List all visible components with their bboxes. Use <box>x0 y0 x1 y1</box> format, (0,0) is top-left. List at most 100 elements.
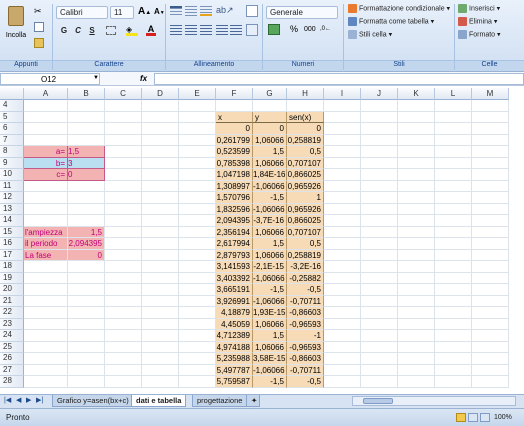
row-header[interactable]: 23 <box>0 318 24 330</box>
cell-d4[interactable] <box>142 100 179 112</box>
cell-i16[interactable] <box>324 238 361 250</box>
cell-f9[interactable]: 0,785398 <box>216 157 253 169</box>
cell-j17[interactable] <box>361 249 398 261</box>
cell-h27[interactable]: -0,70711 <box>287 364 324 376</box>
cell-j12[interactable] <box>361 192 398 204</box>
row-header[interactable]: 18 <box>0 261 24 273</box>
cell-m23[interactable] <box>472 318 509 330</box>
cell-c20[interactable] <box>105 284 142 296</box>
align-left-icon[interactable] <box>170 25 182 35</box>
cell-h19[interactable]: -0,25882 <box>287 272 324 284</box>
column-header-m[interactable]: M <box>472 88 509 100</box>
cell-m26[interactable] <box>472 353 509 365</box>
cell-a13[interactable] <box>24 203 68 215</box>
cell-j28[interactable] <box>361 376 398 388</box>
orientation-icon[interactable]: ab↗ <box>216 5 234 16</box>
cell-d13[interactable] <box>142 203 179 215</box>
cell-h8[interactable]: 0,5 <box>287 146 324 158</box>
cell-f23[interactable]: 4,45059 <box>216 318 253 330</box>
cell-j16[interactable] <box>361 238 398 250</box>
cell-j22[interactable] <box>361 307 398 319</box>
cell-e5[interactable] <box>179 111 216 123</box>
row-header[interactable]: 8 <box>0 146 24 158</box>
cell-b20[interactable] <box>68 284 105 296</box>
cell-a7[interactable] <box>24 134 68 146</box>
row-header[interactable]: 11 <box>0 180 24 192</box>
cell-j13[interactable] <box>361 203 398 215</box>
cell-m13[interactable] <box>472 203 509 215</box>
cell-j25[interactable] <box>361 341 398 353</box>
italic-button[interactable]: C <box>72 24 84 37</box>
cell-h7[interactable]: 0,258819 <box>287 134 324 146</box>
cell-i27[interactable] <box>324 364 361 376</box>
cell-i12[interactable] <box>324 192 361 204</box>
sheet-tab-dati-e-tabella[interactable]: dati e tabella <box>131 395 187 407</box>
row-header[interactable]: 9 <box>0 157 24 169</box>
cell-f24[interactable]: 4,712389 <box>216 330 253 342</box>
cell-j21[interactable] <box>361 295 398 307</box>
cell-h16[interactable]: 0,5 <box>287 238 324 250</box>
cell-b15[interactable]: 1,5 <box>68 226 105 238</box>
horizontal-scrollbar[interactable] <box>352 396 516 406</box>
cut-icon[interactable]: ✂ <box>34 6 44 16</box>
cell-k20[interactable] <box>398 284 435 296</box>
row-header[interactable]: 25 <box>0 341 24 353</box>
cell-m18[interactable] <box>472 261 509 273</box>
cell-f22[interactable]: 4,18879 <box>216 307 253 319</box>
cell-a24[interactable] <box>24 330 68 342</box>
cell-g26[interactable]: 3,58E-15 <box>253 353 287 365</box>
cell-c4[interactable] <box>105 100 142 112</box>
cell-h17[interactable]: 0,258819 <box>287 249 324 261</box>
cell-l22[interactable] <box>435 307 472 319</box>
cell-d20[interactable] <box>142 284 179 296</box>
cell-f11[interactable]: 1,308997 <box>216 180 253 192</box>
cell-d17[interactable] <box>142 249 179 261</box>
cell-h20[interactable]: -0,5 <box>287 284 324 296</box>
borders-icon[interactable] <box>106 26 116 35</box>
cell-h9[interactable]: 0,707107 <box>287 157 324 169</box>
cell-i22[interactable] <box>324 307 361 319</box>
cell-m6[interactable] <box>472 123 509 135</box>
cell-b21[interactable] <box>68 295 105 307</box>
cell-h11[interactable]: 0,965926 <box>287 180 324 192</box>
cell-d18[interactable] <box>142 261 179 273</box>
cell-g7[interactable]: 1,06066 <box>253 134 287 146</box>
formula-input[interactable] <box>154 73 524 85</box>
cell-g28[interactable]: -1,5 <box>253 376 287 388</box>
column-header-h[interactable]: H <box>287 88 324 100</box>
cell-b14[interactable] <box>68 215 105 227</box>
cell-h15[interactable]: 0,707107 <box>287 226 324 238</box>
cell-c14[interactable] <box>105 215 142 227</box>
grow-font-icon[interactable]: A▲ <box>138 6 151 17</box>
bold-button[interactable]: G <box>58 24 70 37</box>
name-box[interactable]: O12 <box>0 73 100 85</box>
cell-f19[interactable]: 3,403392 <box>216 272 253 284</box>
fx-icon[interactable]: fx <box>140 74 147 83</box>
row-header[interactable]: 5 <box>0 111 24 123</box>
cell-l19[interactable] <box>435 272 472 284</box>
cell-m16[interactable] <box>472 238 509 250</box>
cell-b19[interactable] <box>68 272 105 284</box>
column-header-k[interactable]: K <box>398 88 435 100</box>
cell-f18[interactable]: 3,141593 <box>216 261 253 273</box>
cell-f4[interactable] <box>216 100 253 112</box>
cell-a17[interactable]: La fase <box>24 249 68 261</box>
cell-a28[interactable] <box>24 376 68 388</box>
cell-b17[interactable]: 0 <box>68 249 105 261</box>
cell-b27[interactable] <box>68 364 105 376</box>
tab-nav-last-icon[interactable]: ▶| <box>36 396 43 404</box>
cell-e17[interactable] <box>179 249 216 261</box>
tab-nav-next-icon[interactable]: ▶ <box>26 396 31 404</box>
cell-c13[interactable] <box>105 203 142 215</box>
cell-k22[interactable] <box>398 307 435 319</box>
cell-h6[interactable]: 0 <box>287 123 324 135</box>
cell-e8[interactable] <box>179 146 216 158</box>
number-format-select[interactable]: Generale <box>266 6 338 19</box>
cell-c8[interactable] <box>105 146 142 158</box>
cell-m10[interactable] <box>472 169 509 181</box>
cell-c26[interactable] <box>105 353 142 365</box>
cell-c21[interactable] <box>105 295 142 307</box>
copy-icon[interactable] <box>34 22 44 32</box>
cell-h10[interactable]: 0,866025 <box>287 169 324 181</box>
tab-nav-first-icon[interactable]: |◀ <box>4 396 11 404</box>
